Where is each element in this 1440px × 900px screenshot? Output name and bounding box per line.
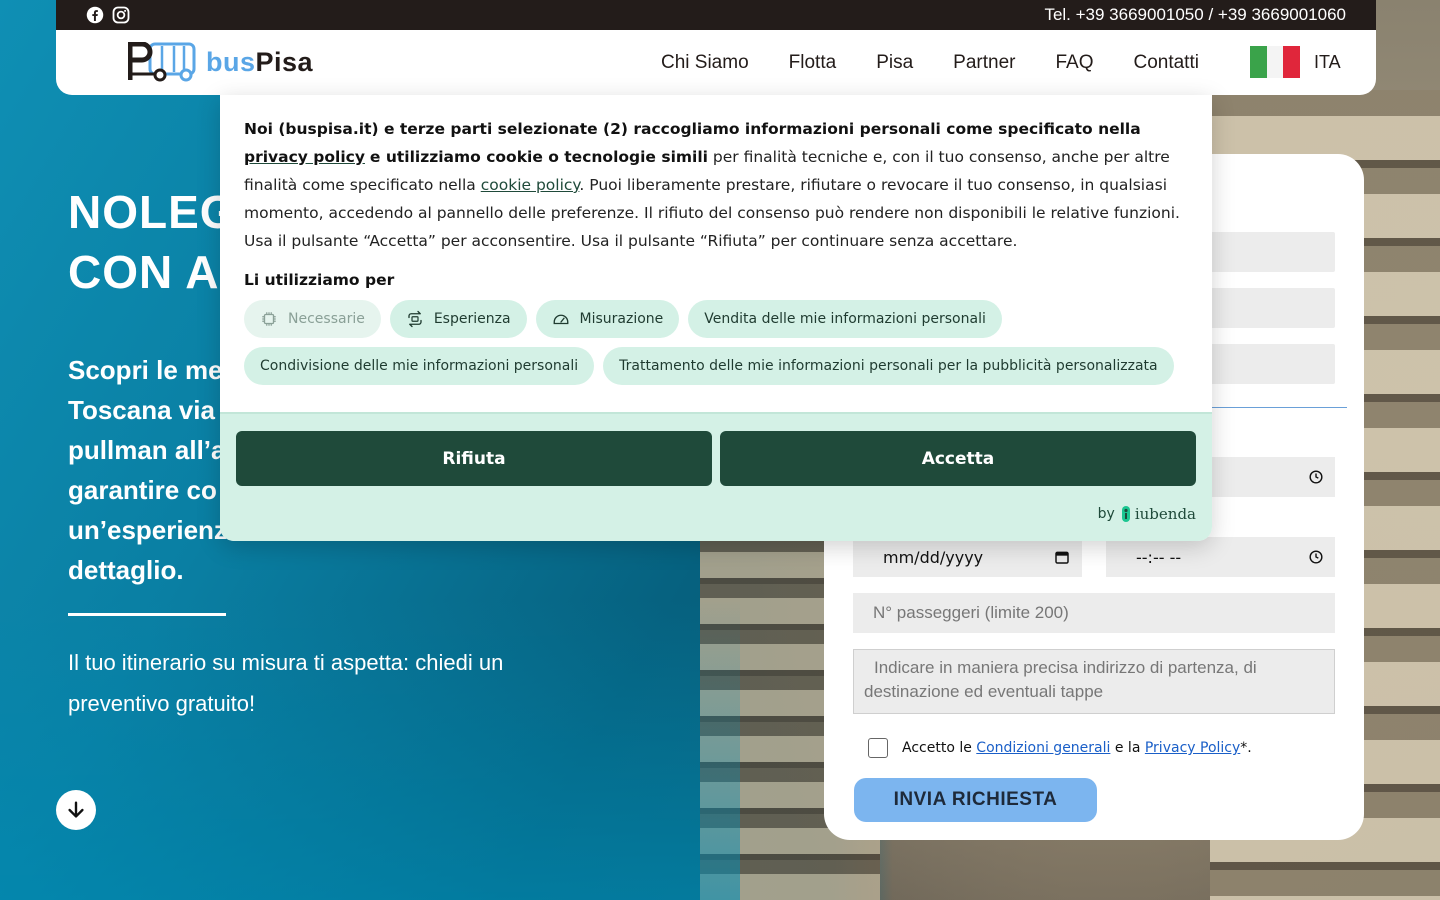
return-date-input[interactable]: mm/dd/yyyy [853,537,1082,577]
language-label: ITA [1314,51,1341,72]
instagram-icon[interactable] [112,6,130,24]
accept-button[interactable]: Accetta [720,431,1196,486]
submit-request-button[interactable]: INVIA RICHIESTA [854,778,1097,822]
hero-cta-text: Il tuo itinerario su misura ti aspetta: … [68,650,504,716]
logo[interactable]: busPisa [128,42,313,82]
purpose-necessarie: Necessarie [244,300,381,338]
nav-partner[interactable]: Partner [953,52,1015,74]
nav-contatti[interactable]: Contatti [1133,52,1198,74]
clock-icon [1309,550,1323,564]
language-switcher[interactable]: ITA [1250,46,1341,78]
chip-icon [262,312,276,326]
hero-divider [68,613,226,616]
nav-pisa[interactable]: Pisa [876,52,913,74]
facebook-icon[interactable] [86,6,104,24]
bus-logo-icon [128,42,196,82]
arrow-down-icon [68,801,84,818]
scroll-down-button[interactable] [56,790,96,830]
terms-link[interactable]: Condizioni generali [976,740,1110,756]
gauge-icon [553,314,568,325]
cookie-footer: Rifiuta Accetta by iubenda [220,412,1212,541]
reject-button[interactable]: Rifiuta [236,431,712,486]
purpose-vendita[interactable]: Vendita delle mie informazioni personali [688,300,1002,338]
cookie-banner: Noi (buspisa.it) e terze parti seleziona… [220,95,1212,541]
cookie-notice-text: Noi (buspisa.it) e terze parti seleziona… [244,120,1180,250]
consent-label: Accetto le Condizioni generali e la Priv… [902,740,1252,756]
purpose-chips: Necessarie Esperienza Misurazione Vendit… [244,300,1194,385]
route-textarea[interactable]: Indicare in maniera precisa indirizzo di… [853,649,1335,714]
phone-numbers[interactable]: Tel. +39 3669001050 / +39 3669001060 [1044,5,1346,25]
main-nav: Chi Siamo Flotta Pisa Partner FAQ Contat… [661,30,1199,95]
iubenda-badge[interactable]: by iubenda [1098,505,1196,523]
sync-icon [408,310,422,328]
form-divider [1196,407,1347,408]
purpose-misurazione[interactable]: Misurazione [535,300,680,338]
social-links [86,6,130,24]
cookie-policy-link[interactable]: cookie policy [481,176,580,194]
purpose-pubblicita[interactable]: Trattamento delle mie informazioni perso… [603,347,1174,385]
iubenda-logo-icon [1121,506,1130,522]
nav-flotta[interactable]: Flotta [789,52,837,74]
italy-flag-icon [1250,46,1301,78]
privacy-link[interactable]: Privacy Policy [1145,740,1240,756]
calendar-icon [1055,551,1069,564]
passengers-input[interactable]: N° passeggeri (limite 200) [853,593,1335,633]
purposes-title: Li utilizziamo per [244,271,395,289]
name-field[interactable] [1196,232,1335,272]
site-header: busPisa Chi Siamo Flotta Pisa Partner FA… [56,30,1376,95]
return-time-input[interactable]: --:-- -- [1106,537,1335,577]
nav-faq[interactable]: FAQ [1055,52,1093,74]
nav-chi-siamo[interactable]: Chi Siamo [661,52,749,74]
phone-field[interactable] [1196,344,1335,384]
email-field[interactable] [1196,288,1335,328]
logo-text: busPisa [206,46,314,77]
consent-checkbox[interactable] [868,738,888,758]
top-bar: Tel. +39 3669001050 / +39 3669001060 [56,0,1376,30]
purpose-condivisione[interactable]: Condivisione delle mie informazioni pers… [244,347,595,385]
privacy-policy-link[interactable]: privacy policy [244,148,365,166]
consent-row: Accetto le Condizioni generali e la Priv… [868,738,1252,758]
clock-icon [1309,470,1323,484]
purpose-esperienza[interactable]: Esperienza [389,300,527,338]
